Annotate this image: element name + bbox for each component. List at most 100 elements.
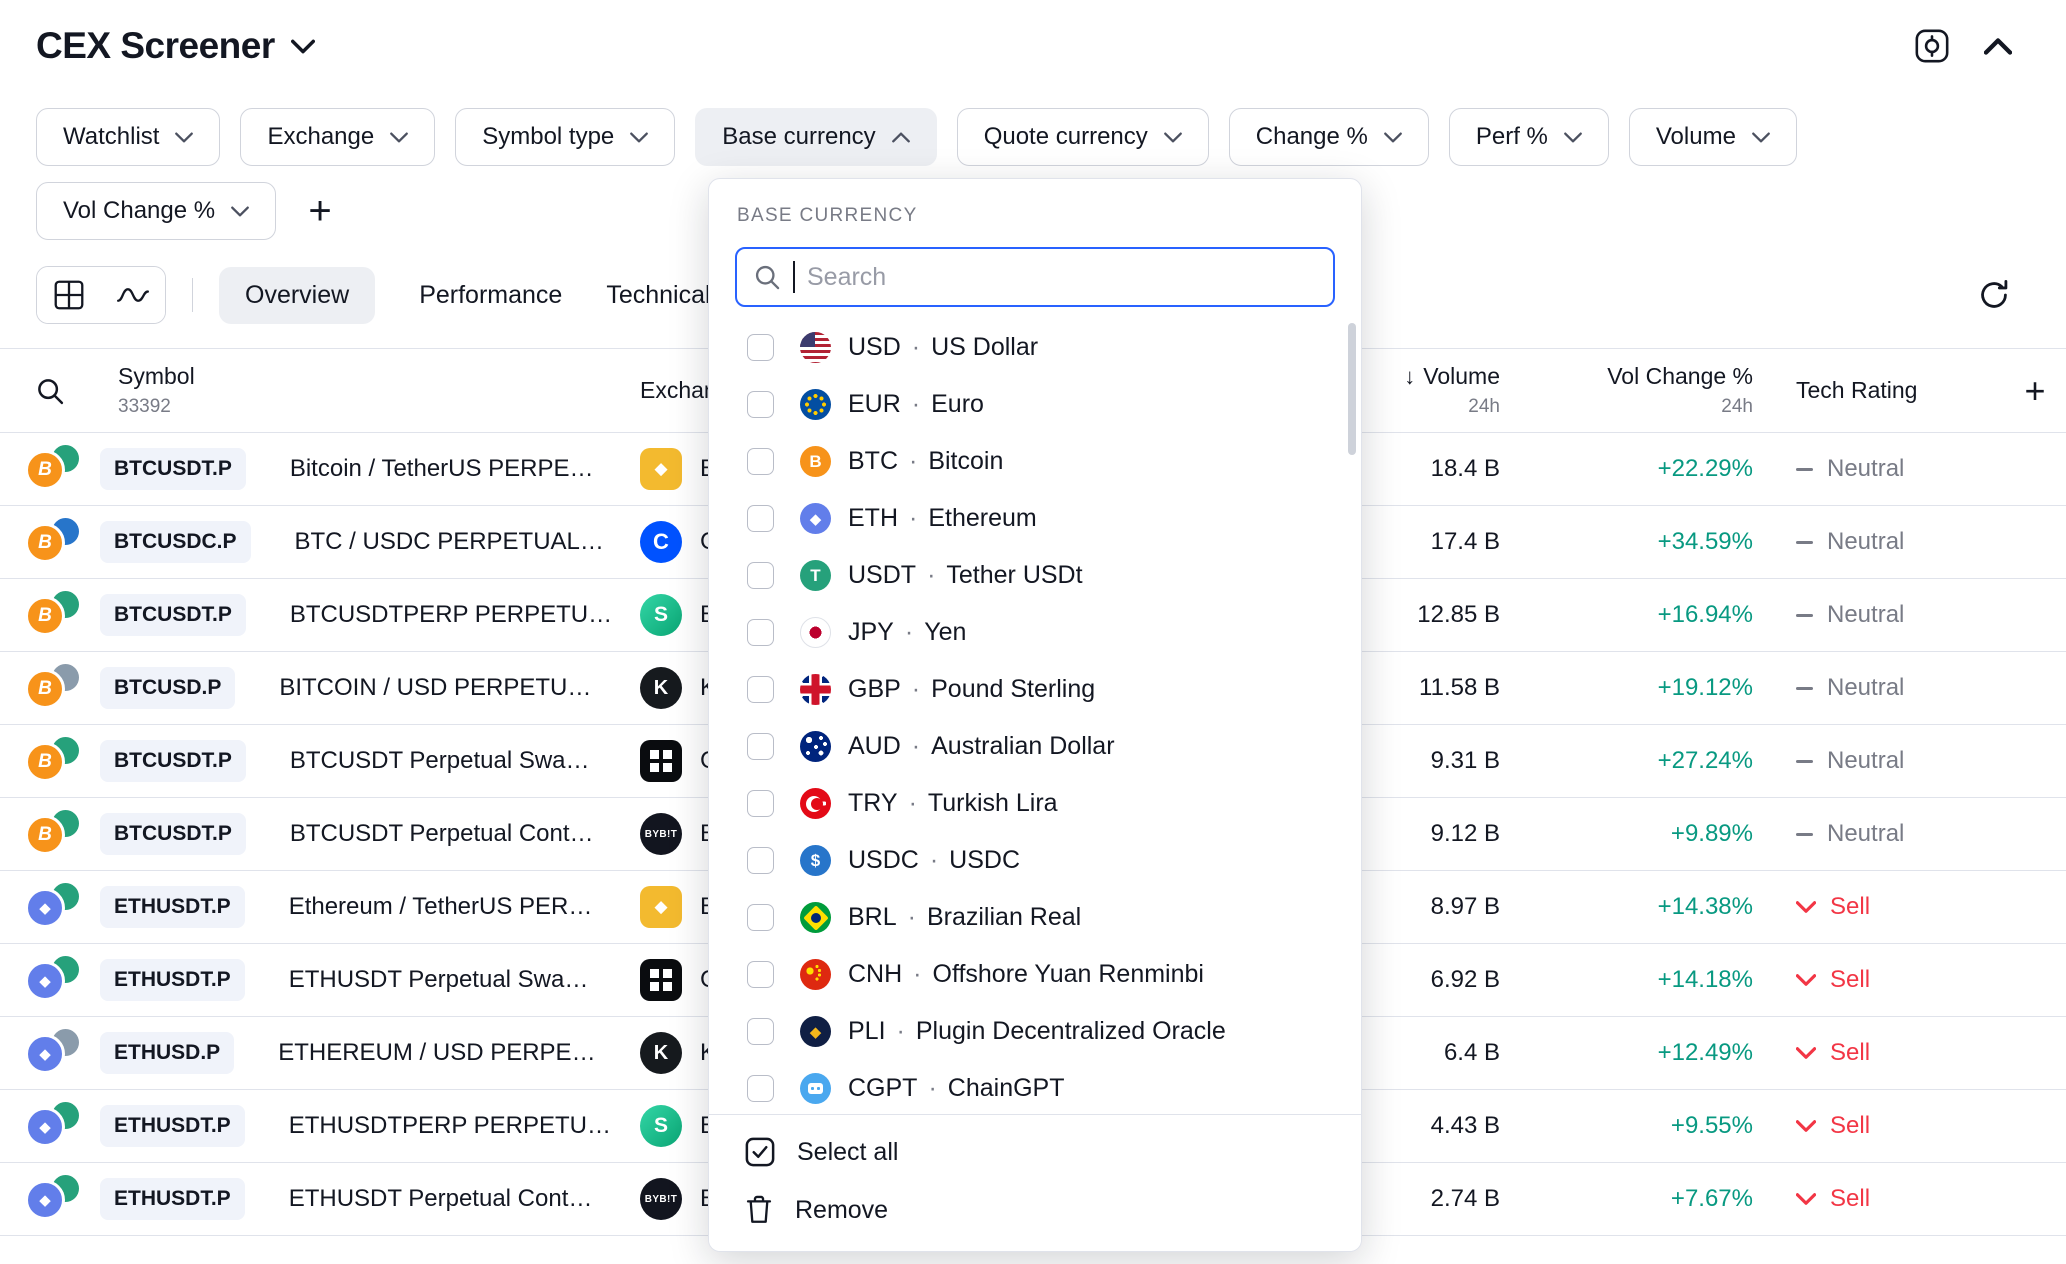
remove-button[interactable]: Remove <box>709 1181 1361 1239</box>
minus-icon <box>1796 687 1813 690</box>
currency-code: USDT <box>848 561 916 590</box>
currency-code: EUR <box>848 390 901 419</box>
checkbox[interactable] <box>747 790 774 817</box>
filter-vol-change[interactable]: Vol Change % <box>36 182 276 240</box>
column-header-tech-rating[interactable]: Tech Rating <box>1796 377 1917 404</box>
symbol-badge[interactable]: ETHUSDT.P <box>100 886 245 928</box>
chevron-down-icon <box>1796 901 1816 913</box>
select-all-button[interactable]: Select all <box>709 1123 1361 1181</box>
symbol-badge[interactable]: BTCUSDT.P <box>100 594 246 636</box>
filter-volume[interactable]: Volume <box>1629 108 1797 166</box>
settings-button[interactable] <box>1904 18 1960 74</box>
symbol-badge[interactable]: BTCUSDT.P <box>100 740 246 782</box>
column-header-vol-change[interactable]: Vol Change % 24h <box>1500 363 1753 418</box>
symbol-badge[interactable]: ETHUSDT.P <box>100 1105 245 1147</box>
separator-dot: · <box>912 333 920 362</box>
currency-option-eur[interactable]: EUR · Euro <box>709 376 1361 433</box>
checkbox[interactable] <box>747 1075 774 1102</box>
collapse-button[interactable] <box>1970 18 2026 74</box>
top-bar: CEX Screener <box>0 0 2066 82</box>
checkbox[interactable] <box>747 334 774 361</box>
plus-icon: + <box>2024 373 2045 409</box>
currency-option-usdc[interactable]: $ USDC · USDC <box>709 832 1361 889</box>
chart-view-button[interactable] <box>101 267 165 323</box>
minus-icon <box>1796 614 1813 617</box>
currency-code: TRY <box>848 789 898 818</box>
tech-rating-cell: Sell <box>1753 1112 2004 1140</box>
symbol-badge[interactable]: BTCUSDT.P <box>100 813 246 855</box>
minus-icon <box>1796 468 1813 471</box>
symbol-badge[interactable]: ETHUSD.P <box>100 1032 234 1074</box>
checkbox[interactable] <box>747 448 774 475</box>
chevron-down-icon <box>1384 132 1402 143</box>
currency-name: USDC <box>949 846 1020 875</box>
symbol-badge[interactable]: BTCUSDC.P <box>100 521 251 563</box>
currency-option-usd[interactable]: USD · US Dollar <box>709 319 1361 376</box>
pair-icon: B <box>17 810 83 858</box>
currency-option-eth[interactable]: ◆ ETH · Ethereum <box>709 490 1361 547</box>
vol-change-cell: +19.12% <box>1500 674 1753 702</box>
pair-icon: ◆ <box>17 1029 83 1077</box>
filter-watchlist[interactable]: Watchlist <box>36 108 220 166</box>
table-view-button[interactable] <box>37 267 101 323</box>
checkbox[interactable] <box>747 1018 774 1045</box>
base-coin-icon: ◆ <box>25 1107 65 1147</box>
symbol-badge[interactable]: BTCUSDT.P <box>100 448 246 490</box>
column-header-symbol[interactable]: Symbol <box>118 363 195 390</box>
base-coin-icon: ◆ <box>25 888 65 928</box>
filter-exchange[interactable]: Exchange <box>240 108 435 166</box>
search-input[interactable]: Search <box>735 247 1335 307</box>
symbol-badge[interactable]: ETHUSDT.P <box>100 959 245 1001</box>
scrollbar-thumb[interactable] <box>1348 323 1356 455</box>
search-symbols-button[interactable] <box>22 363 78 419</box>
tab-performance[interactable]: Performance <box>419 267 562 324</box>
currency-icon: ◆ <box>800 503 831 534</box>
currency-option-usdt[interactable]: T USDT · Tether USDt <box>709 547 1361 604</box>
currency-option-gbp[interactable]: GBP · Pound Sterling <box>709 661 1361 718</box>
symbol-badge[interactable]: BTCUSD.P <box>100 667 235 709</box>
checkbox[interactable] <box>747 505 774 532</box>
checkbox[interactable] <box>747 904 774 931</box>
tech-rating-cell: Sell <box>1753 1039 2004 1067</box>
checkbox[interactable] <box>747 961 774 988</box>
currency-code: PLI <box>848 1017 886 1046</box>
currency-name: ChainGPT <box>948 1074 1065 1103</box>
currency-option-brl[interactable]: BRL · Brazilian Real <box>709 889 1361 946</box>
base-coin-icon: B <box>25 523 65 563</box>
currency-option-try[interactable]: TRY · Turkish Lira <box>709 775 1361 832</box>
filter-perf[interactable]: Perf % <box>1449 108 1609 166</box>
currency-option-btc[interactable]: B BTC · Bitcoin <box>709 433 1361 490</box>
separator-dot: · <box>927 561 935 590</box>
symbol-badge[interactable]: ETHUSDT.P <box>100 1178 245 1220</box>
minus-icon <box>1796 760 1813 763</box>
add-column-button[interactable]: + <box>2007 363 2063 419</box>
screener-title-menu[interactable]: CEX Screener <box>36 25 315 67</box>
checkbox[interactable] <box>747 619 774 646</box>
separator-dot: · <box>908 903 916 932</box>
currency-option-cgpt[interactable]: CGPT · ChainGPT <box>709 1060 1361 1114</box>
add-filter-button[interactable]: + <box>292 183 348 239</box>
checkbox[interactable] <box>747 847 774 874</box>
filter-symbol-type[interactable]: Symbol type <box>455 108 675 166</box>
separator-dot: · <box>912 390 920 419</box>
pair-icon: ◆ <box>17 1102 83 1150</box>
symbol-description: ETHUSDT Perpetual Swa… <box>289 966 589 994</box>
vol-change-cell: +7.67% <box>1500 1185 1753 1213</box>
tab-overview[interactable]: Overview <box>219 267 375 324</box>
checkbox[interactable] <box>747 562 774 589</box>
filter-change[interactable]: Change % <box>1229 108 1429 166</box>
filter-quote-currency[interactable]: Quote currency <box>957 108 1209 166</box>
currency-option-cnh[interactable]: CNH · Offshore Yuan Renminbi <box>709 946 1361 1003</box>
checkbox[interactable] <box>747 676 774 703</box>
currency-option-jpy[interactable]: JPY · Yen <box>709 604 1361 661</box>
checkbox[interactable] <box>747 733 774 760</box>
currency-option-aud[interactable]: AUD · Australian Dollar <box>709 718 1361 775</box>
filter-base-currency[interactable]: Base currency <box>695 108 936 166</box>
refresh-button[interactable] <box>1966 267 2022 323</box>
currency-option-pli[interactable]: ◆ PLI · Plugin Decentralized Oracle <box>709 1003 1361 1060</box>
currency-name: Turkish Lira <box>928 789 1058 818</box>
checkbox[interactable] <box>747 391 774 418</box>
tab-technicals[interactable]: Technicals <box>606 267 723 324</box>
pair-icon: B <box>17 445 83 493</box>
search-icon <box>35 376 65 406</box>
